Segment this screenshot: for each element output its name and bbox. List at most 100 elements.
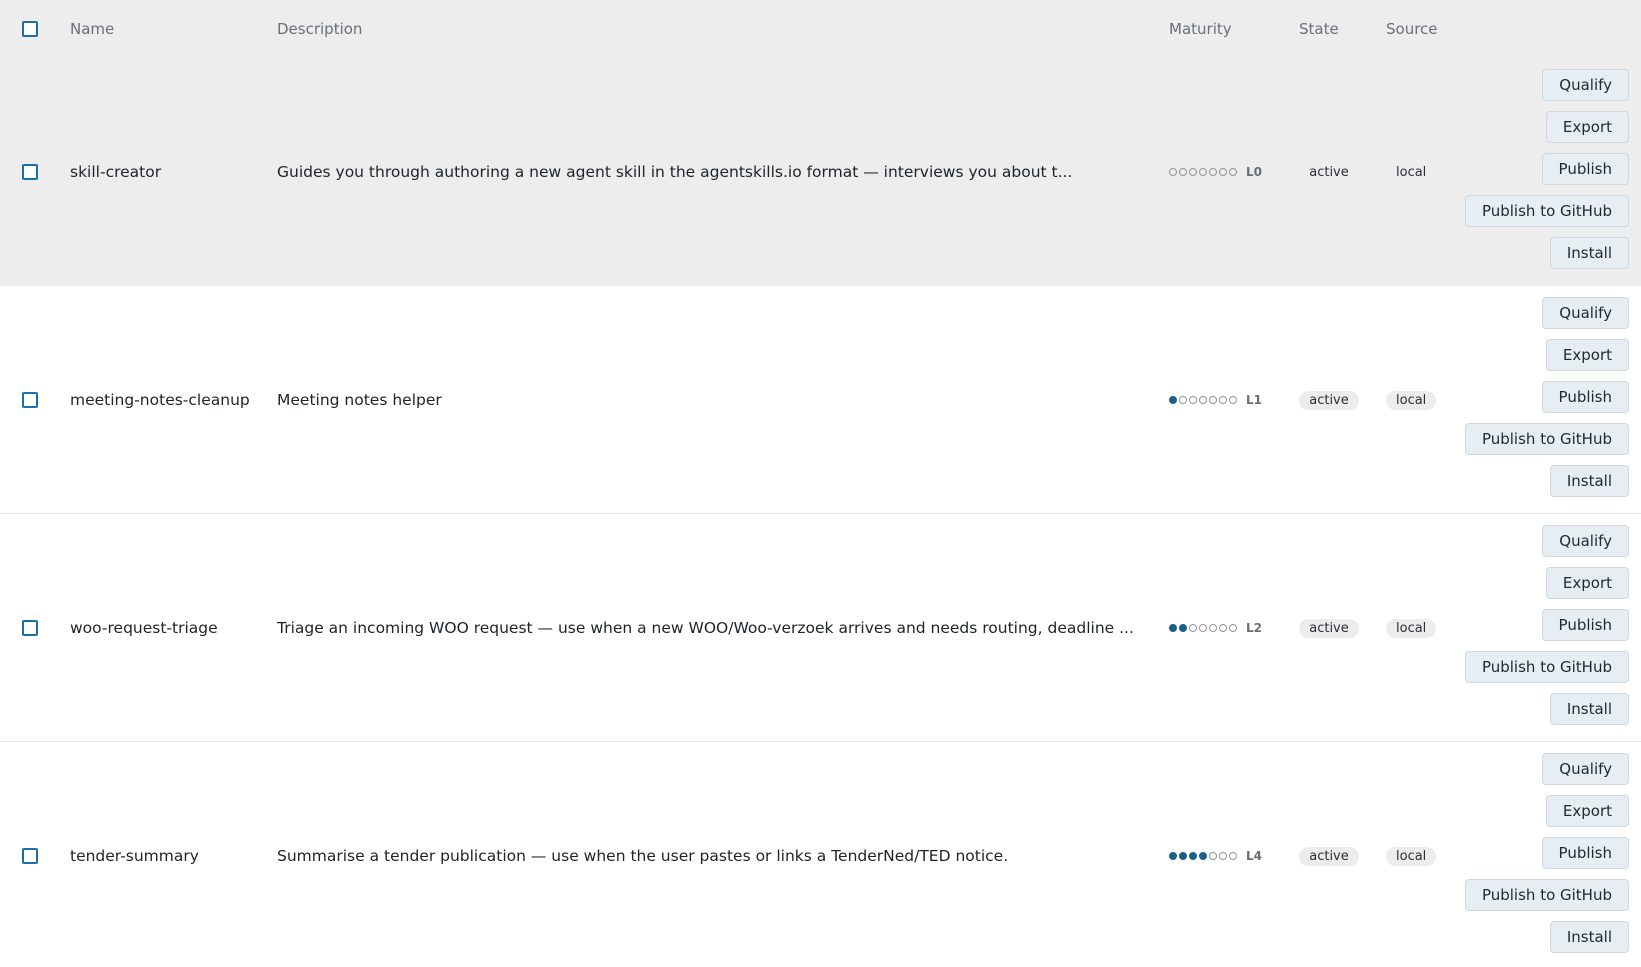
row-checkbox[interactable] xyxy=(22,163,38,180)
maturity-dot-filled xyxy=(1179,623,1187,632)
maturity-dot-filled xyxy=(1189,851,1197,860)
maturity-dot-empty xyxy=(1179,395,1187,404)
maturity-level: L4 xyxy=(1246,848,1262,863)
row-actions: Qualify Export Publish Publish to GitHub… xyxy=(1464,69,1629,269)
table-body: skill-creator Guides you through authori… xyxy=(0,58,1641,967)
row-actions: Qualify Export Publish Publish to GitHub… xyxy=(1464,297,1629,497)
publish-to-github-button[interactable]: Publish to GitHub xyxy=(1464,195,1629,227)
state-badge: active xyxy=(1309,164,1349,180)
install-button[interactable]: Install xyxy=(1549,465,1629,497)
column-header-state[interactable]: State xyxy=(1299,20,1359,38)
maturity-dots xyxy=(1169,851,1237,860)
source-cell: local xyxy=(1386,846,1437,866)
table-row[interactable]: woo-request-triage Triage an incoming WO… xyxy=(0,514,1641,742)
maturity-dot-empty xyxy=(1219,623,1227,632)
maturity-indicator: L2 xyxy=(1169,621,1262,635)
column-header-maturity[interactable]: Maturity xyxy=(1169,20,1232,38)
maturity-indicator: L4 xyxy=(1169,849,1262,863)
maturity-indicator: L0 xyxy=(1169,165,1262,179)
select-all-checkbox[interactable] xyxy=(22,21,38,37)
maturity-dot-filled xyxy=(1179,851,1187,860)
publish-to-github-button[interactable]: Publish to GitHub xyxy=(1464,423,1629,455)
row-checkbox[interactable] xyxy=(22,847,38,864)
maturity-dot-empty xyxy=(1209,623,1217,632)
maturity-indicator: L1 xyxy=(1169,393,1262,407)
skill-name[interactable]: tender-summary xyxy=(70,847,199,865)
maturity-dot-empty xyxy=(1209,851,1217,860)
table-row[interactable]: skill-creator Guides you through authori… xyxy=(0,58,1641,286)
install-button[interactable]: Install xyxy=(1549,237,1629,269)
column-header-description[interactable]: Description xyxy=(277,20,1137,38)
publish-to-github-button[interactable]: Publish to GitHub xyxy=(1464,879,1629,911)
source-cell: local xyxy=(1386,162,1434,182)
maturity-dot-filled xyxy=(1169,623,1177,632)
skill-description: Guides you through authoring a new agent… xyxy=(277,162,1073,181)
skill-description: Triage an incoming WOO request — use whe… xyxy=(277,618,1134,637)
source-cell: local xyxy=(1386,618,1437,638)
qualify-button[interactable]: Qualify xyxy=(1542,69,1629,101)
maturity-level: L0 xyxy=(1246,164,1262,179)
source-badge: local xyxy=(1396,164,1427,180)
maturity-dot-empty xyxy=(1209,395,1217,404)
row-checkbox-cell[interactable] xyxy=(22,847,38,864)
select-all-checkbox-cell[interactable] xyxy=(22,21,38,37)
qualify-button[interactable]: Qualify xyxy=(1542,297,1629,329)
export-button[interactable]: Export xyxy=(1545,795,1629,827)
column-header-name[interactable]: Name xyxy=(70,20,114,38)
skill-description: Summarise a tender publication — use whe… xyxy=(277,846,1009,865)
maturity-dots xyxy=(1169,167,1237,176)
maturity-dot-empty xyxy=(1229,851,1237,860)
maturity-dot-empty xyxy=(1229,395,1237,404)
source-badge: local xyxy=(1386,390,1437,410)
state-cell: active xyxy=(1299,162,1359,182)
maturity-dot-empty xyxy=(1229,167,1237,176)
qualify-button[interactable]: Qualify xyxy=(1542,525,1629,557)
export-button[interactable]: Export xyxy=(1545,111,1629,143)
publish-button[interactable]: Publish xyxy=(1541,381,1629,413)
state-cell: active xyxy=(1299,618,1359,638)
maturity-dot-empty xyxy=(1199,395,1207,404)
publish-button[interactable]: Publish xyxy=(1541,609,1629,641)
row-checkbox-cell[interactable] xyxy=(22,391,38,408)
column-header-source[interactable]: Source xyxy=(1386,20,1438,38)
install-button[interactable]: Install xyxy=(1549,693,1629,725)
maturity-dot-empty xyxy=(1199,167,1207,176)
table-row[interactable]: meeting-notes-cleanup Meeting notes help… xyxy=(0,286,1641,514)
skill-name[interactable]: skill-creator xyxy=(70,163,161,181)
maturity-dot-empty xyxy=(1219,851,1227,860)
maturity-dot-empty xyxy=(1219,167,1227,176)
maturity-dot-empty xyxy=(1189,167,1197,176)
publish-to-github-button[interactable]: Publish to GitHub xyxy=(1464,651,1629,683)
state-cell: active xyxy=(1299,846,1359,866)
state-badge: active xyxy=(1299,390,1359,410)
table-row[interactable]: tender-summary Summarise a tender public… xyxy=(0,742,1641,967)
table-header: Name Description Maturity State Source xyxy=(0,0,1641,58)
maturity-dots xyxy=(1169,623,1237,632)
publish-button[interactable]: Publish xyxy=(1541,837,1629,869)
qualify-button[interactable]: Qualify xyxy=(1542,753,1629,785)
export-button[interactable]: Export xyxy=(1545,339,1629,371)
maturity-dot-empty xyxy=(1209,167,1217,176)
row-checkbox[interactable] xyxy=(22,391,38,408)
maturity-dot-empty xyxy=(1179,167,1187,176)
row-actions: Qualify Export Publish Publish to GitHub… xyxy=(1464,753,1629,953)
source-badge: local xyxy=(1386,618,1437,638)
maturity-dots xyxy=(1169,395,1237,404)
skill-name[interactable]: woo-request-triage xyxy=(70,619,218,637)
skill-description: Meeting notes helper xyxy=(277,390,442,409)
publish-button[interactable]: Publish xyxy=(1541,153,1629,185)
install-button[interactable]: Install xyxy=(1549,921,1629,953)
state-cell: active xyxy=(1299,390,1359,410)
row-checkbox[interactable] xyxy=(22,619,38,636)
maturity-dot-empty xyxy=(1219,395,1227,404)
row-checkbox-cell[interactable] xyxy=(22,619,38,636)
state-badge: active xyxy=(1299,846,1359,866)
skill-name[interactable]: meeting-notes-cleanup xyxy=(70,391,250,409)
maturity-dot-empty xyxy=(1199,623,1207,632)
export-button[interactable]: Export xyxy=(1545,567,1629,599)
maturity-dot-empty xyxy=(1229,623,1237,632)
row-checkbox-cell[interactable] xyxy=(22,163,38,180)
skills-table: Name Description Maturity State Source s… xyxy=(0,0,1641,967)
maturity-dot-empty xyxy=(1169,167,1177,176)
maturity-level: L1 xyxy=(1246,392,1262,407)
